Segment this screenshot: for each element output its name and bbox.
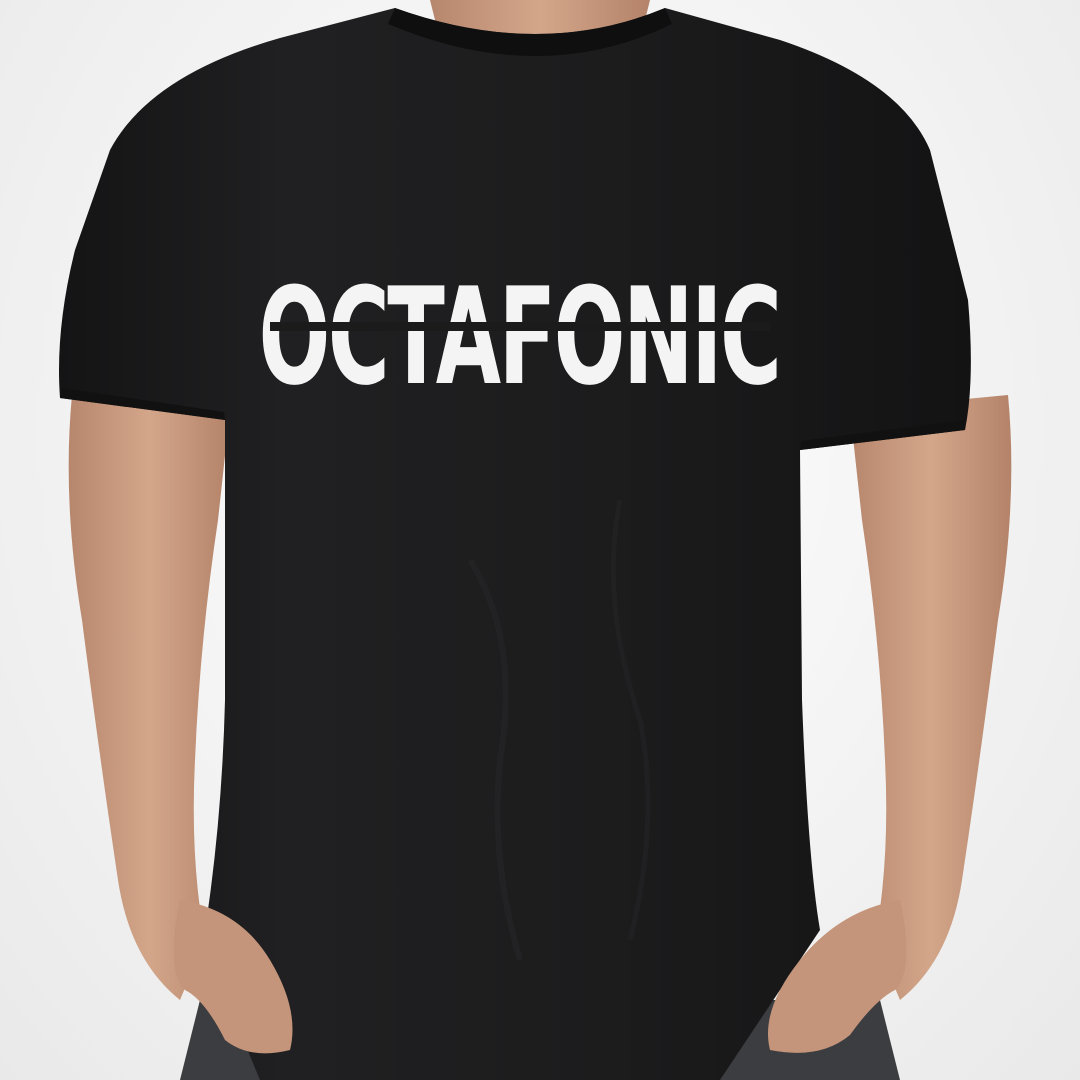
- print-cut-line: [270, 322, 770, 331]
- model-figure: [59, 0, 1012, 1080]
- shirt-print-text: OCTAFONIC: [258, 259, 782, 415]
- product-photo: OCTAFONIC: [0, 0, 1080, 1080]
